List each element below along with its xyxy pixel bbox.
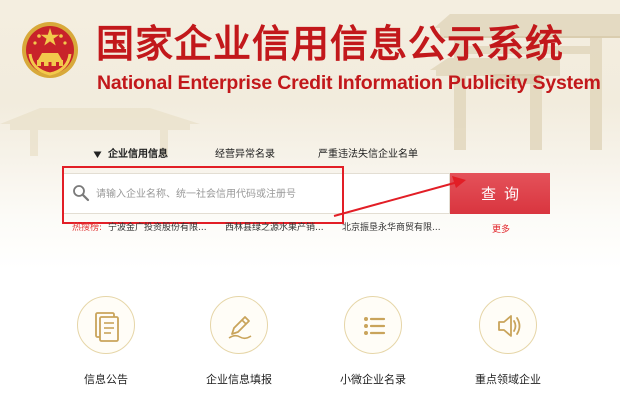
national-emblem-icon xyxy=(22,22,78,78)
service-entry-row: 信息公告 企业信息填报 小微企业名录 重点领域企业 xyxy=(0,296,620,406)
service-label: 重点领域企业 xyxy=(475,373,541,386)
fill-report-pen-icon xyxy=(228,316,252,340)
search-button[interactable]: 查询 xyxy=(450,173,550,214)
hot-search-more-link[interactable]: 更多 xyxy=(492,222,510,235)
service-enterprise-report[interactable]: 企业信息填报 xyxy=(179,296,299,387)
service-label: 企业信息填报 xyxy=(206,373,272,386)
search-icon xyxy=(73,185,90,202)
service-key-field-enterprise[interactable]: 重点领域企业 xyxy=(448,296,568,387)
service-icon-circle xyxy=(77,296,135,354)
service-label: 信息公告 xyxy=(84,373,128,386)
service-icon-circle xyxy=(479,296,537,354)
roof-silhouette-illustration xyxy=(0,108,200,156)
list-directory-icon xyxy=(364,317,386,335)
hot-search-item[interactable]: 西林县绿之源水果产销... xyxy=(225,220,324,233)
hot-search-item[interactable]: 宁波金广投资股份有限... xyxy=(108,220,207,233)
broadcast-speaker-icon xyxy=(498,315,521,337)
page-subtitle-english: National Enterprise Credit Information P… xyxy=(97,72,601,94)
tab-enterprise-credit-info[interactable]: 企业信用信息 xyxy=(108,148,168,162)
service-icon-circle xyxy=(210,296,268,354)
tab-active-caret-icon xyxy=(93,151,102,158)
tab-abnormal-operation-list[interactable]: 经营异常名录 xyxy=(215,148,275,162)
service-label: 小微企业名录 xyxy=(340,373,406,386)
hot-search-item[interactable]: 北京振垦永华商贸有限... xyxy=(342,220,441,233)
hot-search-label: 热搜榜: xyxy=(72,223,103,233)
tab-serious-violation-list[interactable]: 严重违法失信企业名单 xyxy=(318,148,418,162)
service-micro-enterprise-directory[interactable]: 小微企业名录 xyxy=(313,296,433,387)
search-input[interactable] xyxy=(96,180,436,208)
service-icon-circle xyxy=(344,296,402,354)
service-information-notice[interactable]: 信息公告 xyxy=(46,296,166,387)
search-category-tabs: 企业信用信息 经营异常名录 严重违法失信企业名单 xyxy=(0,148,620,164)
page-title: 国家企业信用信息公示系统 xyxy=(96,22,565,66)
notice-document-icon xyxy=(95,312,119,342)
